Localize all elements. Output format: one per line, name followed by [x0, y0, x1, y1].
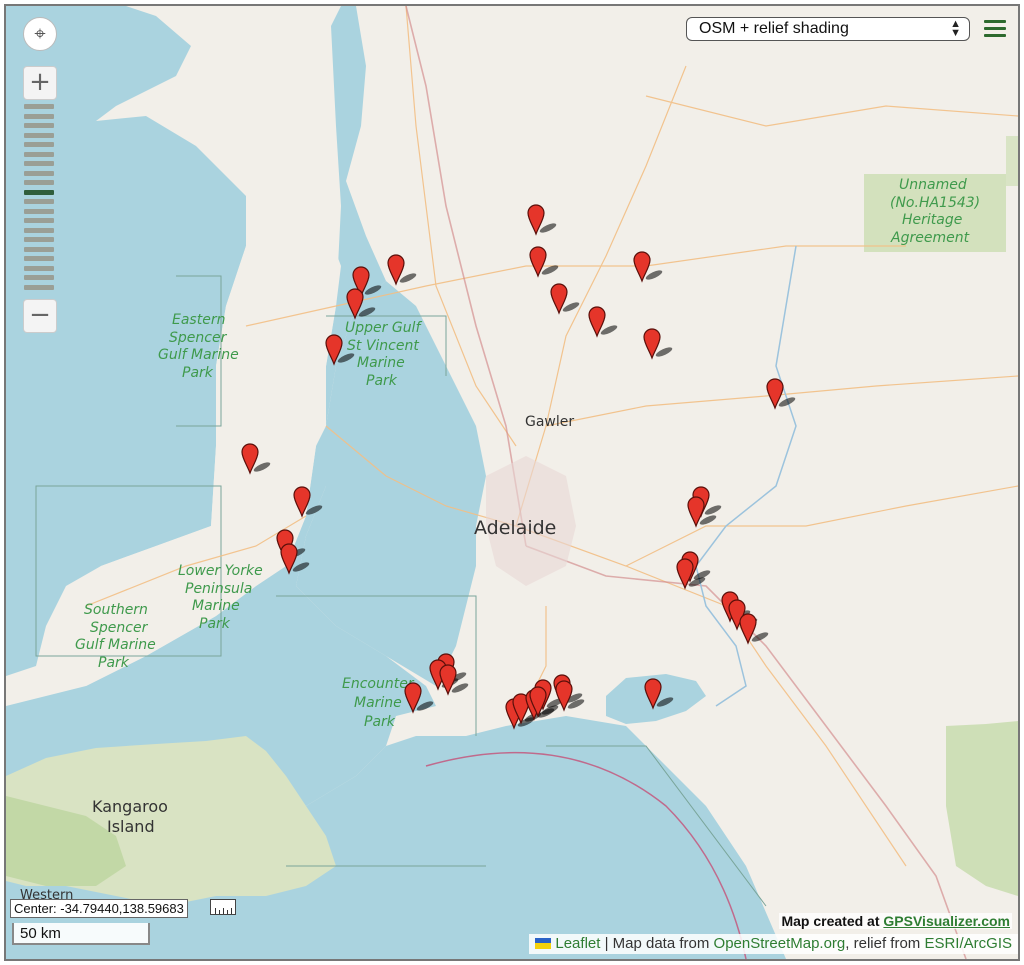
- credit-created: Map created at GPSVisualizer.com: [779, 913, 1012, 929]
- label-emp-3: Park: [364, 714, 396, 730]
- zoom-level-tick[interactable]: [24, 132, 54, 138]
- label-kangaroo-2: Island: [107, 817, 155, 836]
- zoom-slider[interactable]: [23, 102, 55, 292]
- label-her-2: (No.HA1543): [890, 195, 980, 211]
- zoom-level-tick[interactable]: [24, 237, 54, 242]
- zoom-level-tick[interactable]: [24, 104, 54, 109]
- label-lyp-1: Lower Yorke: [178, 563, 263, 579]
- osm-link[interactable]: OpenStreetMap.org: [714, 935, 846, 952]
- label-lyp-2: Peninsula: [185, 581, 252, 597]
- label-ugsv-1: Upper Gulf: [345, 320, 422, 336]
- zoom-level-tick[interactable]: [24, 142, 54, 147]
- attribution-sep: | Map data from: [600, 935, 714, 952]
- zoom-out-button[interactable]: −: [23, 299, 57, 333]
- label-her-3: Heritage: [902, 212, 962, 228]
- zoom-level-tick[interactable]: [24, 275, 54, 280]
- label-ugsv-4: Park: [366, 373, 398, 389]
- locate-button[interactable]: ⌖: [23, 17, 57, 51]
- zoom-level-tick[interactable]: [24, 284, 54, 290]
- label-adelaide: Adelaide: [474, 517, 556, 539]
- park-north-east: [1006, 136, 1018, 186]
- label-gawler: Gawler: [525, 414, 574, 430]
- zoom-level-tick[interactable]: [24, 208, 54, 214]
- label-her-4: Agreement: [890, 230, 970, 246]
- center-readout: Center: -34.79440,138.59683: [10, 899, 188, 918]
- label-espg-3: Gulf Marine: [158, 347, 239, 363]
- zoom-level-tick[interactable]: [24, 265, 54, 271]
- label-ugsv-2: St Vincent: [347, 338, 419, 354]
- label-ugsv-3: Marine: [357, 355, 405, 371]
- credit-prefix: Map created at: [781, 913, 884, 929]
- zoom-level-tick[interactable]: [24, 123, 54, 128]
- label-sspg-2: Spencer: [90, 620, 149, 636]
- zoom-level-tick[interactable]: [24, 161, 54, 166]
- esri-link[interactable]: ESRI/ArcGIS: [924, 935, 1012, 952]
- label-emp-2: Marine: [354, 695, 402, 711]
- label-sspg-1: Southern: [84, 602, 148, 618]
- ruler-icon[interactable]: [210, 899, 236, 915]
- zoom-level-tick[interactable]: [24, 170, 54, 176]
- zoom-level-tick[interactable]: [24, 189, 54, 195]
- attribution-relief: , relief from: [845, 935, 925, 952]
- ukraine-flag-icon: [535, 938, 552, 949]
- map-tiles[interactable]: Gawler Adelaide Eastern Spencer Gulf Mar…: [6, 6, 1018, 959]
- label-sspg-4: Park: [98, 655, 130, 671]
- label-espg-4: Park: [182, 365, 214, 381]
- label-espg-2: Spencer: [169, 330, 228, 346]
- zoom-level-tick[interactable]: [24, 218, 54, 223]
- label-sspg-3: Gulf Marine: [75, 637, 156, 653]
- locate-crosshair-icon: ⌖: [34, 22, 46, 45]
- zoom-in-button[interactable]: +: [23, 66, 57, 100]
- zoom-level-tick[interactable]: [24, 199, 54, 204]
- zoom-level-tick[interactable]: [24, 151, 54, 157]
- zoom-level-tick[interactable]: [24, 227, 54, 233]
- zoom-level-tick[interactable]: [24, 180, 54, 185]
- label-lyp-3: Marine: [192, 598, 240, 614]
- label-emp-1: Encounter: [342, 676, 415, 692]
- label-kangaroo-1: Kangaroo: [92, 797, 168, 816]
- zoom-level-tick[interactable]: [24, 113, 54, 119]
- label-espg-1: Eastern: [172, 312, 225, 328]
- map-container[interactable]: Gawler Adelaide Eastern Spencer Gulf Mar…: [4, 4, 1020, 961]
- zoom-level-tick[interactable]: [24, 246, 54, 252]
- gpsvisualizer-link[interactable]: GPSVisualizer.com: [883, 913, 1010, 929]
- scale-bar: 50 km: [12, 923, 150, 945]
- leaflet-link[interactable]: Leaflet: [555, 935, 600, 952]
- zoom-level-tick[interactable]: [24, 256, 54, 261]
- layer-select[interactable]: OSM + relief shading ▲ ▼: [686, 17, 970, 41]
- label-lyp-4: Park: [199, 616, 231, 632]
- label-her-1: Unnamed: [899, 177, 967, 193]
- attribution: Leaflet | Map data from OpenStreetMap.or…: [529, 934, 1018, 954]
- select-arrows-icon: ▲ ▼: [950, 18, 961, 39]
- hamburger-menu-icon[interactable]: [984, 20, 1006, 38]
- layer-select-value: OSM + relief shading: [699, 20, 849, 37]
